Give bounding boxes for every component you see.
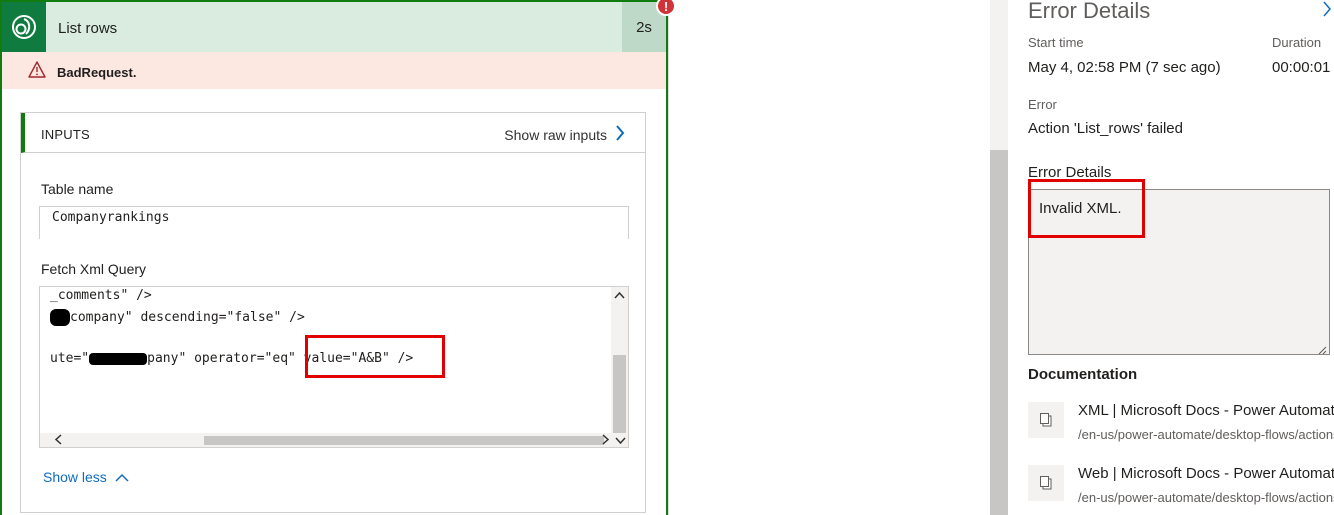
canvas-scroll-thumb[interactable]	[990, 150, 1008, 515]
vertical-scrollbar[interactable]	[611, 287, 628, 434]
warning-icon	[28, 61, 46, 83]
code-line-3-text: pany" operator="eq" value="A&B" />	[147, 351, 414, 366]
error-details-panel: Error Details Start time Duration May 4,…	[1010, 0, 1334, 515]
card-header[interactable]: List rows 2s	[2, 2, 666, 52]
chevron-up-icon	[115, 469, 129, 485]
redaction-mark	[50, 309, 70, 326]
copy-icon	[1028, 465, 1064, 501]
error-value: Action 'List_rows' failed	[1028, 120, 1183, 137]
inputs-header: INPUTS Show raw inputs	[21, 113, 645, 153]
error-details-textarea[interactable]: Invalid XML.	[1028, 189, 1330, 355]
error-strip: BadRequest.	[2, 52, 666, 89]
error-message: BadRequest.	[57, 65, 137, 80]
horizontal-scrollbar[interactable]	[40, 433, 628, 447]
documentation-label: Documentation	[1028, 366, 1138, 383]
vertical-scroll-thumb[interactable]	[613, 355, 626, 433]
start-time-value: May 4, 02:58 PM (7 sec ago)	[1028, 59, 1221, 76]
divider	[668, 0, 669, 515]
action-card: List rows 2s ! BadRequest. INPUTS Show r…	[0, 0, 676, 515]
documentation-url: /en-us/power-automate/desktop-flows/acti…	[1078, 427, 1334, 442]
chevron-right-icon	[615, 125, 625, 144]
fetch-xml-textarea[interactable]: _comments" /> company" descending="false…	[39, 286, 629, 448]
panel-collapse-icon[interactable]	[1322, 0, 1332, 24]
dataverse-icon	[2, 2, 46, 52]
inputs-label: INPUTS	[41, 127, 90, 142]
horizontal-scroll-thumb[interactable]	[204, 436, 604, 445]
scroll-right-icon[interactable]	[602, 434, 610, 447]
canvas-scrollbar[interactable]	[990, 0, 1008, 515]
table-name-field[interactable]: Companyrankings	[39, 206, 629, 239]
error-details-label: Error Details	[1028, 164, 1112, 181]
show-less-link[interactable]: Show less	[43, 469, 129, 485]
duration-value: 00:00:01	[1272, 59, 1331, 76]
copy-icon	[1028, 402, 1064, 438]
scroll-up-icon[interactable]	[614, 289, 625, 301]
error-label: Error	[1028, 97, 1057, 112]
documentation-link[interactable]: XML | Microsoft Docs - Power Automate /e…	[1028, 402, 1334, 452]
code-line-1: _comments" />	[50, 288, 152, 303]
duration-label: Duration	[1272, 35, 1322, 50]
card-title: List rows	[58, 20, 118, 37]
documentation-link[interactable]: Web | Microsoft Docs - Power Automate /e…	[1028, 465, 1334, 515]
error-details-text: Invalid XML.	[1039, 200, 1122, 217]
documentation-url: /en-us/power-automate/desktop-flows/acti…	[1078, 490, 1334, 505]
fetch-xml-label: Fetch Xml Query	[41, 261, 147, 277]
inputs-section: INPUTS Show raw inputs Table name Compan…	[20, 112, 646, 513]
resize-grip-icon[interactable]	[1317, 342, 1327, 355]
panel-title: Error Details	[1028, 0, 1151, 23]
documentation-title: XML | Microsoft Docs - Power Automate	[1078, 402, 1334, 419]
code-line-2: company" descending="false" />	[50, 309, 305, 326]
table-name-label: Table name	[41, 181, 114, 197]
code-line-2-text: company" descending="false" />	[70, 310, 305, 325]
show-raw-inputs-link[interactable]: Show raw inputs	[504, 125, 625, 144]
error-indicator-icon: !	[656, 0, 676, 16]
start-time-label: Start time	[1028, 35, 1084, 50]
redaction-mark	[89, 352, 148, 365]
scroll-down-icon[interactable]	[615, 435, 626, 447]
code-line-3-prefix: ute="	[50, 351, 90, 366]
scroll-left-icon[interactable]	[54, 434, 62, 447]
code-line-3: ute=" pany" operator="eq" value="A&B" />	[50, 351, 413, 366]
documentation-title: Web | Microsoft Docs - Power Automate	[1078, 465, 1334, 482]
show-less-label: Show less	[43, 469, 107, 485]
show-raw-inputs-label: Show raw inputs	[504, 126, 607, 143]
